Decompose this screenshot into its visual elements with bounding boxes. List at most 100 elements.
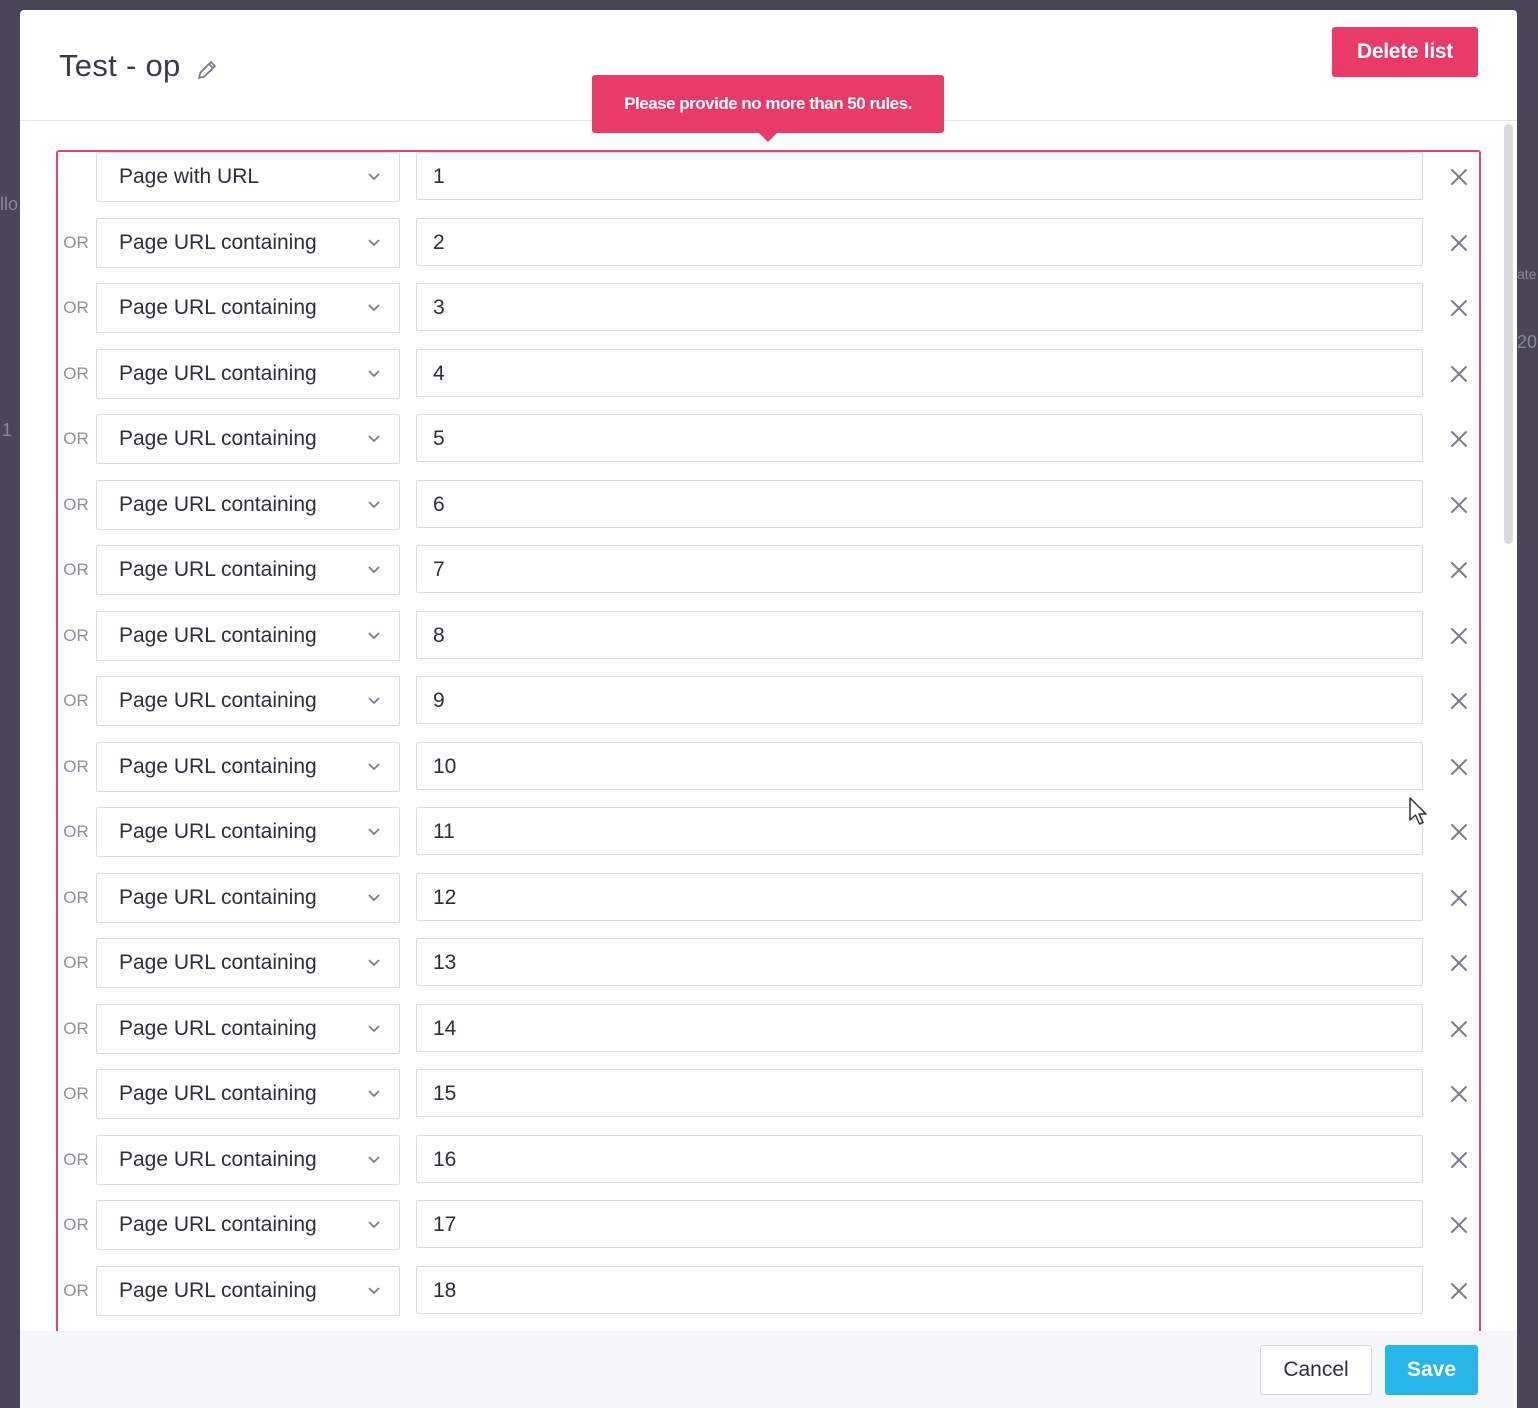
chevron-down-icon — [368, 828, 380, 836]
list-title: Test - op — [59, 48, 219, 84]
close-icon[interactable] — [1449, 1215, 1469, 1235]
rule-value-input[interactable]: 10 — [416, 741, 1423, 790]
rule-value-input[interactable]: 1 — [416, 152, 1423, 200]
rule-value-input[interactable]: 4 — [416, 348, 1423, 397]
rule-value-input[interactable]: 14 — [416, 1003, 1423, 1052]
or-connector-label: OR — [63, 1084, 89, 1103]
rules-list: Page with URL 1 OR Page URL containing 2 OR Pa… — [56, 150, 1481, 1352]
close-icon[interactable] — [1449, 298, 1469, 318]
rule-row: OR Page URL containing 14 — [58, 1003, 1479, 1054]
close-icon[interactable] — [1449, 691, 1469, 711]
chevron-down-icon — [368, 1090, 380, 1098]
close-icon[interactable] — [1449, 167, 1469, 187]
edit-list-modal: Test - op Delete list Please provide no … — [20, 10, 1517, 1408]
rule-type-select[interactable]: Page URL containing — [96, 610, 400, 661]
chevron-down-icon — [368, 631, 380, 639]
rule-type-value: Page URL containing — [119, 951, 317, 974]
or-connector-label: OR — [63, 232, 89, 252]
rule-value-input[interactable]: 11 — [416, 807, 1423, 855]
rule-value-input[interactable]: 9 — [416, 676, 1423, 724]
rule-type-select[interactable]: Page URL containing — [96, 1134, 400, 1185]
rule-value-input[interactable]: 17 — [416, 1200, 1423, 1248]
rule-type-select[interactable]: Page URL containing — [96, 1069, 400, 1119]
rule-type-select[interactable]: Page URL containing — [96, 938, 400, 988]
rule-type-value: Page URL containing — [119, 1147, 317, 1171]
or-connector-label: OR — [63, 1149, 89, 1169]
background-text: 20 — [1517, 332, 1538, 352]
close-icon[interactable] — [1449, 757, 1469, 777]
close-icon[interactable] — [1449, 364, 1469, 384]
rule-type-value: Page URL containing — [119, 1082, 317, 1105]
background-text: 1 — [2, 420, 13, 440]
rule-row: OR Page URL containing 6 — [58, 479, 1479, 530]
rule-type-value: Page URL containing — [119, 558, 317, 581]
rule-value-input[interactable]: 8 — [416, 610, 1423, 659]
close-icon[interactable] — [1449, 626, 1469, 646]
rule-value-input[interactable]: 13 — [416, 938, 1423, 986]
rule-value-input[interactable]: 2 — [416, 217, 1423, 266]
delete-list-button[interactable]: Delete list — [1332, 27, 1478, 77]
or-connector-label — [58, 152, 94, 202]
chevron-down-icon — [368, 369, 380, 377]
or-connector-label: OR — [63, 363, 89, 383]
cancel-button[interactable]: Cancel — [1260, 1345, 1372, 1395]
chevron-down-icon — [368, 1155, 380, 1163]
rule-type-value: Page URL containing — [119, 1278, 317, 1302]
background-text: llo — [0, 194, 19, 214]
rule-row: OR Page URL containing 17 — [58, 1200, 1479, 1250]
rule-type-select[interactable]: Page URL containing — [96, 807, 400, 857]
rule-type-select[interactable]: Page URL containing — [96, 283, 400, 333]
close-icon[interactable] — [1449, 1019, 1469, 1039]
rule-type-select[interactable]: Page URL containing — [96, 479, 400, 530]
rule-value-input[interactable]: 6 — [416, 479, 1423, 528]
rule-value-input[interactable]: 3 — [416, 283, 1423, 331]
rule-value-input[interactable]: 7 — [416, 545, 1423, 593]
rule-value-input[interactable]: 15 — [416, 1069, 1423, 1117]
rule-value-input[interactable]: 16 — [416, 1134, 1423, 1183]
rule-type-select[interactable]: Page with URL — [96, 152, 400, 202]
rule-type-select[interactable]: Page URL containing — [96, 676, 400, 726]
rule-type-select[interactable]: Page URL containing — [96, 1265, 400, 1316]
chevron-down-icon — [368, 173, 380, 181]
rule-value-input[interactable]: 18 — [416, 1265, 1423, 1314]
close-icon[interactable] — [1449, 953, 1469, 973]
or-connector-label: OR — [63, 691, 89, 710]
chevron-down-icon — [368, 1221, 380, 1229]
rule-type-select[interactable]: Page URL containing — [96, 348, 400, 399]
save-button[interactable]: Save — [1385, 1345, 1478, 1395]
rule-value-input[interactable]: 5 — [416, 414, 1423, 462]
chevron-down-icon — [368, 304, 380, 312]
or-connector-label: OR — [63, 1215, 89, 1234]
close-icon[interactable] — [1449, 495, 1469, 515]
close-icon[interactable] — [1449, 233, 1469, 253]
rule-type-select[interactable]: Page URL containing — [96, 741, 400, 792]
rule-type-value: Page URL containing — [119, 230, 317, 254]
close-icon[interactable] — [1449, 888, 1469, 908]
chevron-down-icon — [368, 1024, 380, 1032]
close-icon[interactable] — [1449, 429, 1469, 449]
rule-type-select[interactable]: Page URL containing — [96, 217, 400, 268]
rule-type-select[interactable]: Page URL containing — [96, 1003, 400, 1054]
rule-value-input[interactable]: 12 — [416, 872, 1423, 921]
close-icon[interactable] — [1449, 560, 1469, 580]
rule-type-select[interactable]: Page URL containing — [96, 414, 400, 464]
rule-row: OR Page URL containing 13 — [58, 938, 1479, 988]
close-icon[interactable] — [1449, 1084, 1469, 1104]
rule-type-value: Page URL containing — [119, 427, 317, 450]
chevron-down-icon — [368, 566, 380, 574]
rule-type-select[interactable]: Page URL containing — [96, 872, 400, 923]
close-icon[interactable] — [1449, 822, 1469, 842]
close-icon[interactable] — [1449, 1150, 1469, 1170]
rule-type-value: Page URL containing — [119, 820, 317, 843]
chevron-down-icon — [368, 893, 380, 901]
rule-type-select[interactable]: Page URL containing — [96, 1200, 400, 1250]
or-connector-label: OR — [63, 1280, 89, 1300]
pencil-icon[interactable] — [195, 54, 219, 79]
close-icon[interactable] — [1449, 1281, 1469, 1301]
scrollbar[interactable] — [1504, 124, 1513, 544]
rule-row: OR Page URL containing 4 — [58, 348, 1479, 399]
rule-type-select[interactable]: Page URL containing — [96, 545, 400, 595]
chevron-down-icon — [368, 762, 380, 770]
rule-row: OR Page URL containing 10 — [58, 741, 1479, 792]
or-connector-label: OR — [63, 494, 89, 514]
